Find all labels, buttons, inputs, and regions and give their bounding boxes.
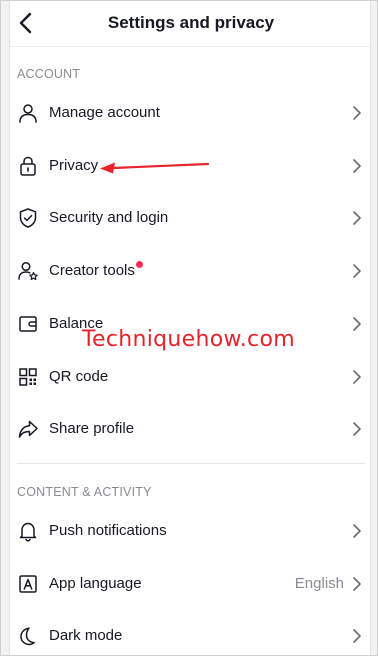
screenshot-frame: Settings and privacy ACCOUNT Manage acco… xyxy=(0,0,378,656)
row-label: Manage account xyxy=(49,104,160,121)
chevron-right-icon xyxy=(350,263,364,279)
row-qr-code[interactable]: QR code xyxy=(10,351,372,403)
row-security-login[interactable]: Security and login xyxy=(10,192,372,244)
person-star-icon xyxy=(17,260,39,282)
annotation-arrow-icon xyxy=(100,162,210,174)
settings-screen: Settings and privacy ACCOUNT Manage acco… xyxy=(9,1,372,655)
language-value: English xyxy=(294,575,344,592)
row-label: QR code xyxy=(49,368,109,385)
moon-icon xyxy=(17,625,39,647)
row-manage-account[interactable]: Manage account xyxy=(10,87,372,139)
section-label-content-activity: CONTENT & ACTIVITY xyxy=(17,485,152,499)
page-title: Settings and privacy xyxy=(107,13,275,32)
chevron-right-icon xyxy=(350,316,364,332)
row-label: Push notifications xyxy=(49,522,167,539)
chevron-right-icon xyxy=(350,158,364,174)
section-label-account: ACCOUNT xyxy=(17,67,81,81)
chevron-right-icon xyxy=(350,628,364,644)
chevron-right-icon xyxy=(350,421,364,437)
chevron-right-icon xyxy=(350,523,364,539)
qr-code-icon xyxy=(17,366,39,388)
wallet-icon xyxy=(17,313,39,335)
notification-dot xyxy=(136,261,143,268)
chevron-right-icon xyxy=(350,210,364,226)
header: Settings and privacy xyxy=(10,1,372,47)
shield-check-icon xyxy=(17,207,39,229)
row-label: Dark mode xyxy=(49,627,123,644)
section-divider xyxy=(17,463,365,464)
bell-icon xyxy=(17,520,39,542)
row-label: Privacy xyxy=(49,157,99,174)
row-label: Share profile xyxy=(49,420,135,437)
row-app-language[interactable]: App language English xyxy=(10,558,372,610)
left-margin xyxy=(1,1,9,655)
chevron-right-icon xyxy=(350,369,364,385)
share-arrow-icon xyxy=(17,418,39,440)
row-label: Creator tools xyxy=(49,262,135,279)
row-push-notifications[interactable]: Push notifications xyxy=(10,505,372,557)
watermark: Techniquehow.com xyxy=(82,327,295,352)
letter-a-icon xyxy=(17,573,39,595)
row-share-profile[interactable]: Share profile xyxy=(10,403,372,455)
person-icon xyxy=(17,102,39,124)
row-label: App language xyxy=(49,575,142,592)
row-dark-mode[interactable]: Dark mode xyxy=(10,610,372,655)
row-creator-tools[interactable]: Creator tools xyxy=(10,245,372,297)
lock-icon xyxy=(17,155,39,177)
chevron-right-icon xyxy=(350,105,364,121)
row-label: Security and login xyxy=(49,209,169,226)
chevron-right-icon xyxy=(350,576,364,592)
